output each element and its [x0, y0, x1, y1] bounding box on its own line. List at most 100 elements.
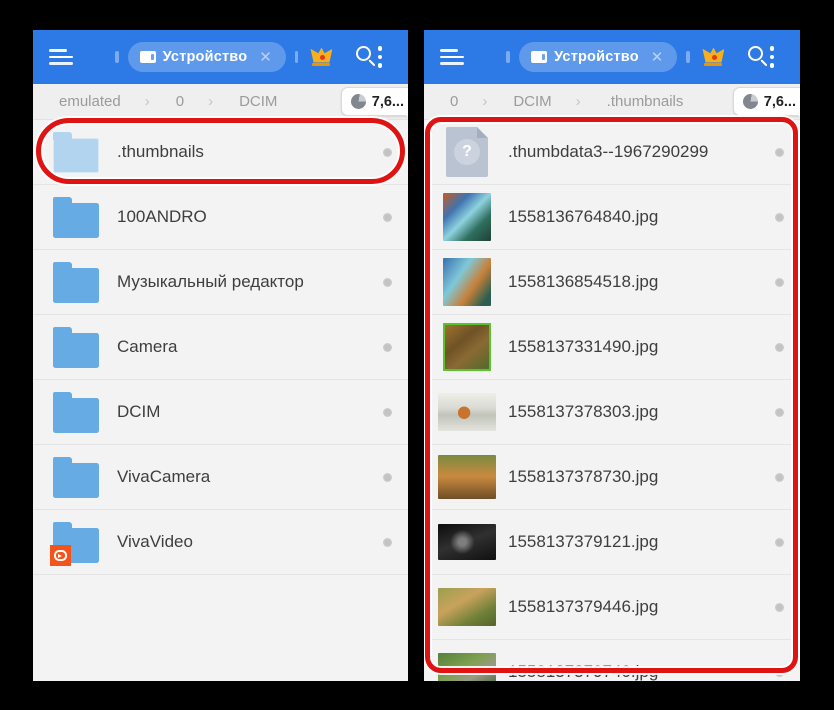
- item-indicator-dot: [775, 278, 784, 287]
- file-row[interactable]: Музыкальный редактор: [33, 250, 408, 315]
- search-icon[interactable]: [748, 46, 763, 68]
- tab-device[interactable]: Устройство ✕: [519, 42, 677, 72]
- folder-icon: [53, 463, 99, 498]
- collapsed-tab-icon[interactable]: [506, 51, 510, 63]
- chevron-right-icon: ›: [576, 93, 581, 110]
- file-row[interactable]: VivaVideo: [33, 510, 408, 575]
- premium-crown-icon[interactable]: [310, 48, 332, 67]
- item-indicator-dot: [775, 668, 784, 677]
- file-row-thumbnails[interactable]: .thumbnails: [33, 120, 408, 185]
- item-indicator-dot: [775, 343, 784, 352]
- file-row[interactable]: 1558136764840.jpg: [424, 185, 800, 250]
- image-thumbnail: [438, 393, 496, 431]
- hidden-folder-icon: [53, 138, 99, 173]
- device-storage-icon: [531, 51, 547, 63]
- file-name: 1558136764840.jpg: [508, 207, 658, 227]
- file-row[interactable]: 1558137379121.jpg: [424, 510, 800, 575]
- item-indicator-dot: [775, 148, 784, 157]
- file-row[interactable]: 1558137378730.jpg: [424, 445, 800, 510]
- file-name: VivaCamera: [117, 467, 210, 487]
- file-manager-screen-thumbnails: Устройство ✕ › 0 › DCIM › .thumbnails 7,…: [424, 30, 800, 681]
- breadcrumb-segment[interactable]: 0: [444, 89, 464, 114]
- breadcrumb-segment[interactable]: emulated: [53, 89, 127, 114]
- breadcrumb-segment[interactable]: 0: [170, 89, 190, 114]
- file-name: 1558137331490.jpg: [508, 337, 658, 357]
- file-name: Музыкальный редактор: [117, 272, 304, 292]
- storage-size-label: 7,6...: [764, 94, 796, 110]
- breadcrumb-segment[interactable]: DCIM: [507, 89, 557, 114]
- folder-icon: [53, 528, 99, 563]
- breadcrumb-segment[interactable]: DCIM: [233, 89, 283, 114]
- file-row[interactable]: 1558137331490.jpg: [424, 315, 800, 380]
- hamburger-menu-icon[interactable]: [440, 49, 464, 65]
- tab-device[interactable]: Устройство ✕: [128, 42, 286, 72]
- file-name: 1558137379121.jpg: [508, 532, 658, 552]
- folder-icon: [53, 268, 99, 303]
- storage-size-button[interactable]: 7,6...: [733, 87, 800, 116]
- image-thumbnail: [443, 323, 491, 371]
- file-row[interactable]: VivaCamera: [33, 445, 408, 510]
- chevron-right-icon: ›: [482, 93, 487, 110]
- search-icon[interactable]: [356, 46, 371, 68]
- collapsed-tab-icon[interactable]: [115, 51, 119, 63]
- app-toolbar: Устройство ✕: [33, 30, 408, 84]
- folder-icon: [53, 333, 99, 368]
- image-thumbnail: [438, 653, 496, 681]
- item-indicator-dot: [383, 473, 392, 482]
- tab-close-icon[interactable]: ✕: [257, 48, 274, 67]
- folder-icon: [53, 398, 99, 433]
- file-name: 100ANDRO: [117, 207, 207, 227]
- file-name: 1558137378303.jpg: [508, 402, 658, 422]
- item-indicator-dot: [775, 603, 784, 612]
- file-name: 1558137379740.jpg: [508, 662, 658, 681]
- collapsed-tab-icon[interactable]: [686, 51, 690, 63]
- file-name: 1558137379446.jpg: [508, 597, 658, 617]
- file-row[interactable]: 1558137378303.jpg: [424, 380, 800, 445]
- item-indicator-dot: [775, 213, 784, 222]
- file-row[interactable]: ? .thumbdata3--1967290299: [424, 120, 800, 185]
- tab-label: Устройство: [554, 49, 639, 65]
- breadcrumb: › emulated › 0 › DCIM 7,6...: [33, 84, 408, 120]
- item-indicator-dot: [383, 343, 392, 352]
- file-manager-screen-dcim: Устройство ✕ › emulated › 0 › DCIM 7,6..…: [33, 30, 408, 681]
- item-indicator-dot: [383, 148, 392, 157]
- image-thumbnail: [438, 524, 496, 560]
- vivavideo-app-badge-icon: [50, 545, 71, 566]
- device-storage-icon: [140, 51, 156, 63]
- premium-crown-icon[interactable]: [702, 48, 724, 67]
- file-row[interactable]: 1558137379446.jpg: [424, 575, 800, 640]
- folder-icon: [53, 203, 99, 238]
- file-name: .thumbdata3--1967290299: [508, 142, 708, 162]
- breadcrumb-segment[interactable]: .thumbnails: [601, 89, 690, 114]
- breadcrumb: › 0 › DCIM › .thumbnails 7,6...: [424, 84, 800, 120]
- file-list: ? .thumbdata3--1967290299 1558136764840.…: [424, 120, 800, 681]
- item-indicator-dot: [383, 538, 392, 547]
- image-thumbnail: [443, 258, 491, 306]
- pie-chart-icon: [743, 94, 758, 109]
- storage-size-label: 7,6...: [372, 94, 404, 110]
- file-row[interactable]: 1558136854518.jpg: [424, 250, 800, 315]
- item-indicator-dot: [775, 408, 784, 417]
- file-name: Camera: [117, 337, 177, 357]
- file-name: 1558136854518.jpg: [508, 272, 658, 292]
- file-row[interactable]: Camera: [33, 315, 408, 380]
- storage-size-button[interactable]: 7,6...: [341, 87, 408, 116]
- file-name: DCIM: [117, 402, 160, 422]
- file-row[interactable]: 1558137379740.jpg: [424, 640, 800, 681]
- collapsed-tab-icon[interactable]: [295, 51, 299, 63]
- unknown-file-icon: ?: [446, 127, 488, 177]
- tab-close-icon[interactable]: ✕: [649, 48, 666, 67]
- item-indicator-dot: [383, 408, 392, 417]
- file-row[interactable]: 100ANDRO: [33, 185, 408, 250]
- file-list: .thumbnails 100ANDRO Музыкальный редакто…: [33, 120, 408, 575]
- file-row[interactable]: DCIM: [33, 380, 408, 445]
- hamburger-menu-icon[interactable]: [49, 49, 73, 65]
- image-thumbnail: [438, 588, 496, 626]
- file-name: .thumbnails: [117, 142, 204, 162]
- image-thumbnail: [438, 455, 496, 499]
- item-indicator-dot: [383, 278, 392, 287]
- chevron-right-icon: ›: [208, 93, 213, 110]
- chevron-right-icon: ›: [145, 93, 150, 110]
- pie-chart-icon: [351, 94, 366, 109]
- file-name: VivaVideo: [117, 532, 193, 552]
